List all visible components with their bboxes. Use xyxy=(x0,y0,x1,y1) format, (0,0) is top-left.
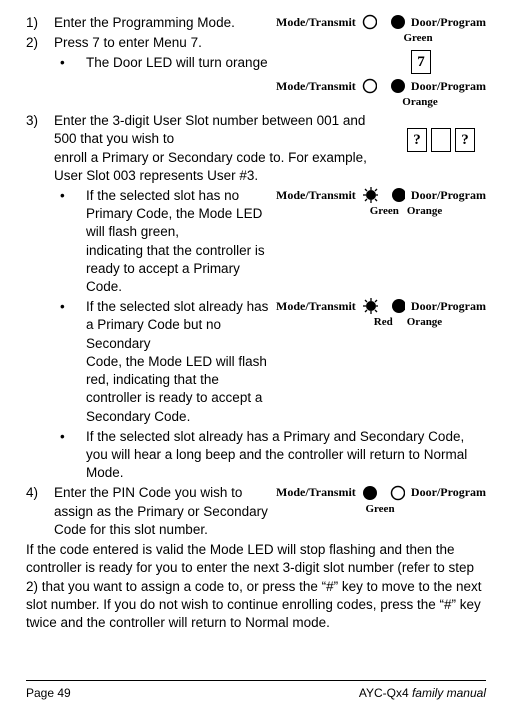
step-3: 3) Enter the 3-digit User Slot number be… xyxy=(26,112,390,185)
model-label: AYC-Qx4 family manual xyxy=(359,685,486,701)
color-green: Green xyxy=(370,204,399,219)
bullet-icon: • xyxy=(54,298,86,426)
step3-bullet1: • If the selected slot has no Primary Co… xyxy=(54,187,270,296)
step-1: 1) Enter the Programming Mode. xyxy=(26,14,270,32)
mode-label: Mode/Transmit xyxy=(276,187,358,203)
bullet-icon: • xyxy=(54,54,86,72)
tail-paragraph: If the code entered is valid the Mode LE… xyxy=(26,541,486,632)
step4-text: Enter the PIN Code you wish to assign as… xyxy=(54,484,270,539)
bullet-text: The Door LED will turn orange xyxy=(86,54,350,72)
digit-blank xyxy=(431,128,451,152)
color-orange: Orange xyxy=(407,315,442,330)
door-label: Door/Program xyxy=(409,187,486,203)
step-4: 4) Enter the PIN Code you wish to assign… xyxy=(26,484,270,539)
door-label: Door/Program xyxy=(409,298,486,314)
page-footer: Page 49 AYC-Qx4 family manual xyxy=(26,680,486,701)
circle-sun-icon xyxy=(362,187,378,203)
step-text: Enter the Programming Mode. xyxy=(54,14,270,32)
color-orange: Orange xyxy=(402,95,437,110)
led-diagram-s3b2: Mode/Transmit Door/Program Red Orange xyxy=(276,298,486,330)
circle-filled-icon xyxy=(391,298,405,314)
color-green: Green xyxy=(365,502,394,517)
circle-empty-icon xyxy=(362,14,377,30)
step-text: Press 7 to enter Menu 7. xyxy=(54,34,270,52)
step3-bullet3: • If the selected slot already has a Pri… xyxy=(54,428,486,483)
s3b2-text-b: Code, the Mode LED will flash red, indic… xyxy=(86,354,267,424)
mode-label: Mode/Transmit xyxy=(276,78,358,94)
door-label: Door/Program xyxy=(409,484,486,500)
s3b1-text-b: indicating that the controller is ready … xyxy=(86,243,265,294)
step3-text-b: enroll a Primary or Secondary code to. F… xyxy=(54,150,367,183)
key-digit-step2: 7 xyxy=(356,48,486,76)
slot-digits: ? ? xyxy=(396,126,486,154)
s3b1-text-a: If the selected slot has no Primary Code… xyxy=(86,188,262,239)
s3b3-text: If the selected slot already has a Prima… xyxy=(86,428,486,483)
step3-text-a: Enter the 3-digit User Slot number betwe… xyxy=(54,113,365,146)
door-label: Door/Program xyxy=(409,78,486,94)
led-diagram-step4: Mode/Transmit Door/Program Green xyxy=(276,484,486,516)
page: Mode/Transmit Door/Program Green 1) Ente… xyxy=(0,0,508,717)
circle-filled-icon xyxy=(390,14,405,30)
page-number: Page 49 xyxy=(26,685,71,701)
circle-sun-icon xyxy=(362,298,378,314)
digit-q: ? xyxy=(455,128,475,152)
door-label: Door/Program xyxy=(409,14,486,30)
led-diagram-step1: Mode/Transmit Door/Program Green xyxy=(276,14,486,46)
circle-empty-icon xyxy=(362,78,377,94)
step-num: 2) xyxy=(26,34,54,52)
digit-q: ? xyxy=(407,128,427,152)
circle-empty-icon xyxy=(390,485,405,501)
s3b2-text-a: If the selected slot already has a Prima… xyxy=(86,299,268,350)
digit-7: 7 xyxy=(411,50,431,74)
led-diagram-step2b: Mode/Transmit Door/Program Orange xyxy=(276,78,486,110)
mode-label: Mode/Transmit xyxy=(276,484,358,500)
step3-bullet2: • If the selected slot already has a Pri… xyxy=(54,298,270,426)
circle-filled-icon xyxy=(390,78,405,94)
color-green: Green xyxy=(403,31,432,46)
step-num: 1) xyxy=(26,14,54,32)
color-red: Red xyxy=(374,315,393,330)
led-diagram-s3b1: Mode/Transmit Door/Program Green Orange xyxy=(276,187,486,219)
circle-filled-icon xyxy=(391,187,405,203)
mode-label: Mode/Transmit xyxy=(276,14,358,30)
mode-label: Mode/Transmit xyxy=(276,298,358,314)
step-2: 2) Press 7 to enter Menu 7. xyxy=(26,34,270,52)
step-num: 4) xyxy=(26,484,54,539)
step2-bullet: • The Door LED will turn orange xyxy=(54,54,350,72)
bullet-icon: • xyxy=(54,187,86,296)
circle-filled-icon xyxy=(362,485,377,501)
step-num: 3) xyxy=(26,112,54,185)
bullet-icon: • xyxy=(54,428,86,483)
color-orange: Orange xyxy=(407,204,442,219)
